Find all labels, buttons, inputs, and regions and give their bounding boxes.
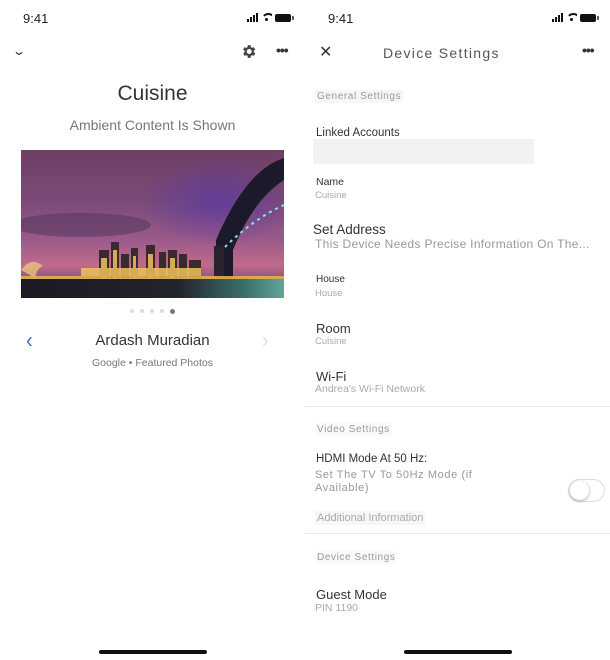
device-title: Cuisine: [117, 82, 188, 105]
cellular-signal-icon: [552, 13, 563, 22]
pager-dot-active[interactable]: [170, 308, 175, 314]
status-icons: [552, 13, 599, 22]
battery-icon: [580, 13, 599, 22]
close-button[interactable]: ✕: [319, 42, 332, 62]
status-bar: 9:41: [305, 0, 610, 36]
wifi-label[interactable]: Wi-Fi: [316, 369, 346, 384]
pager-dot[interactable]: [160, 309, 164, 313]
more-options-button[interactable]: •••: [276, 42, 289, 58]
status-time: 9:41: [23, 11, 49, 26]
device-settings-screen: 9:41 ✕ Device Settings ••• General Setti…: [305, 0, 610, 660]
gear-icon[interactable]: [240, 43, 257, 60]
wifi-icon: [566, 13, 577, 22]
set-address-label[interactable]: Set Address: [313, 222, 386, 237]
next-photo-button[interactable]: ›: [262, 329, 269, 354]
pager-dot[interactable]: [140, 309, 144, 313]
photo-source: Google • Featured Photos: [91, 357, 213, 369]
hdmi-mode-label[interactable]: HDMI Mode At 50 Hz:: [316, 453, 427, 465]
room-value: Cuisine: [315, 336, 347, 347]
guest-mode-label[interactable]: Guest Mode: [316, 587, 387, 602]
battery-icon: [275, 13, 294, 22]
divider: [305, 533, 610, 534]
additional-information-link[interactable]: Additional Information: [315, 511, 426, 525]
home-indicator[interactable]: [98, 650, 207, 654]
linked-accounts-label[interactable]: Linked Accounts: [316, 127, 400, 139]
name-value: Cuisine: [315, 190, 347, 201]
status-icons: [247, 13, 294, 22]
set-address-value: This Device Needs Precise Information On…: [315, 237, 590, 251]
house-value: House: [315, 288, 343, 299]
ambient-screen: 9:41 ⌄ ••• Cuisine Ambient Content Is Sh…: [0, 0, 305, 660]
ambient-photo[interactable]: [21, 150, 284, 298]
divider: [305, 406, 610, 407]
hdmi-mode-toggle[interactable]: [568, 479, 605, 502]
cellular-signal-icon: [247, 13, 258, 22]
linked-accounts-list[interactable]: [313, 139, 534, 164]
status-time: 9:41: [328, 11, 354, 26]
chevron-down-icon[interactable]: ⌄: [12, 44, 26, 58]
sydney-skyline-image: [21, 150, 284, 298]
house-label[interactable]: House: [316, 274, 345, 285]
toggle-knob: [570, 481, 589, 500]
more-options-button[interactable]: •••: [582, 42, 595, 58]
page-title: Device Settings: [383, 45, 500, 61]
status-bar: 9:41: [0, 0, 305, 36]
wifi-icon: [261, 13, 272, 22]
pager-dot[interactable]: [150, 309, 154, 313]
room-label[interactable]: Room: [316, 321, 351, 336]
pager-dot[interactable]: [130, 309, 134, 313]
photographer-name: Ardash Muradian: [95, 332, 210, 349]
section-header-video: Video Settings: [315, 423, 392, 436]
hdmi-mode-description: Set The TV To 50Hz Mode (if Available): [315, 469, 473, 494]
section-header-device: Device Settings: [315, 551, 398, 564]
photo-pager[interactable]: [0, 308, 305, 314]
section-header-general: General Settings: [315, 90, 404, 103]
device-subtitle: Ambient Content Is Shown: [69, 117, 236, 133]
guest-mode-value: PIN 1190: [315, 602, 358, 614]
name-label[interactable]: Name: [316, 176, 344, 188]
home-indicator[interactable]: [403, 650, 512, 654]
wifi-value: Andrea's Wi-Fi Network: [315, 383, 425, 395]
